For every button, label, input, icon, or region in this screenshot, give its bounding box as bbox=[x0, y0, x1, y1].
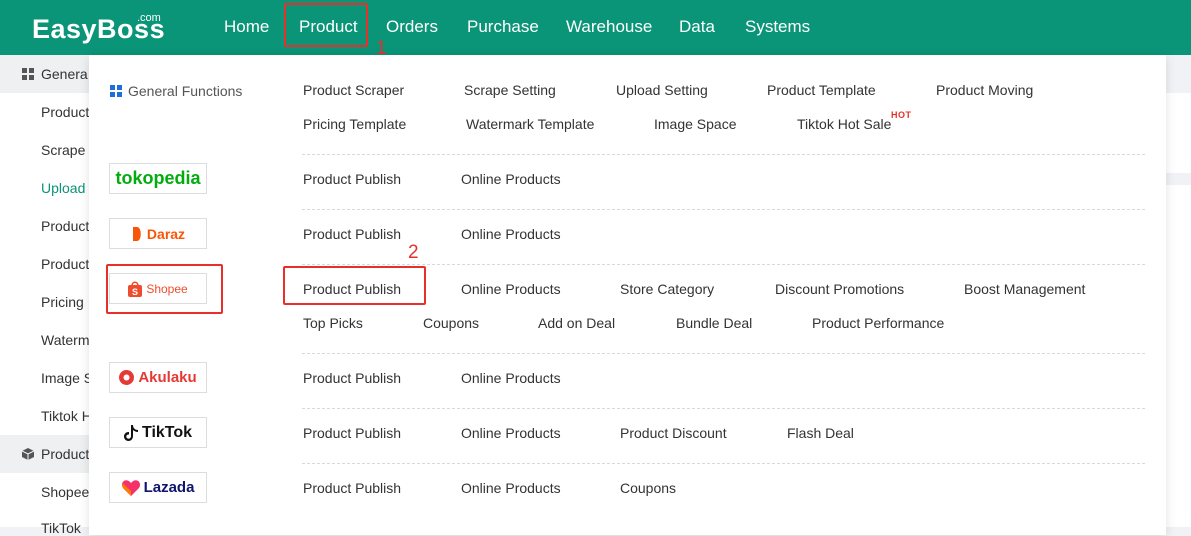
tiktok-logo: TikTok bbox=[109, 417, 207, 448]
tokopedia-product-publish[interactable]: Product Publish bbox=[303, 171, 401, 187]
general-functions-label: General Functions bbox=[128, 83, 243, 99]
annotation-highlight-shopee bbox=[106, 264, 223, 314]
divider bbox=[302, 353, 1145, 354]
shopee-product-performance[interactable]: Product Performance bbox=[812, 315, 944, 331]
sidebar-group-product[interactable]: Product bbox=[0, 435, 90, 473]
divider bbox=[302, 209, 1145, 210]
akulaku-icon bbox=[119, 370, 135, 385]
background-panel bbox=[1166, 93, 1191, 173]
tokopedia-online-products[interactable]: Online Products bbox=[461, 171, 561, 187]
nav-data[interactable]: Data bbox=[679, 17, 715, 37]
lazada-heart-icon bbox=[121, 479, 140, 496]
daraz-logo: Daraz bbox=[109, 218, 207, 249]
nav-purchase[interactable]: Purchase bbox=[467, 17, 539, 37]
sidebar-item-watermark[interactable]: Waterm bbox=[41, 332, 89, 348]
shopee-bundle-deal[interactable]: Bundle Deal bbox=[676, 315, 752, 331]
akulaku-logo: Akulaku bbox=[109, 362, 207, 393]
sidebar-item-product-3[interactable]: Product bbox=[41, 256, 89, 272]
hot-badge: HOT bbox=[891, 110, 912, 120]
daraz-product-publish[interactable]: Product Publish bbox=[303, 226, 401, 242]
divider bbox=[302, 408, 1145, 409]
tiktok-online-products[interactable]: Online Products bbox=[461, 425, 561, 441]
menu-product-moving[interactable]: Product Moving bbox=[936, 82, 1033, 98]
tiktok-product-publish[interactable]: Product Publish bbox=[303, 425, 401, 441]
sidebar-item-upload[interactable]: Upload bbox=[41, 180, 85, 196]
menu-upload-setting[interactable]: Upload Setting bbox=[616, 82, 708, 98]
daraz-icon bbox=[132, 226, 141, 241]
nav-warehouse[interactable]: Warehouse bbox=[566, 17, 652, 37]
lazada-coupons[interactable]: Coupons bbox=[620, 480, 676, 496]
product-dropdown-menu: General Functions Product Scraper Scrape… bbox=[89, 55, 1166, 535]
daraz-online-products[interactable]: Online Products bbox=[461, 226, 561, 242]
logo-suffix: .com bbox=[137, 12, 161, 24]
akulaku-online-products[interactable]: Online Products bbox=[461, 370, 561, 386]
menu-pricing-template[interactable]: Pricing Template bbox=[303, 116, 406, 132]
sidebar-item-tiktok-hot[interactable]: Tiktok H bbox=[41, 408, 92, 424]
sidebar-item-image-space[interactable]: Image S bbox=[41, 370, 93, 386]
grid-icon bbox=[110, 85, 122, 97]
nav-orders[interactable]: Orders bbox=[386, 17, 438, 37]
sidebar-group-label: Genera bbox=[41, 66, 88, 82]
akulaku-product-publish[interactable]: Product Publish bbox=[303, 370, 401, 386]
nav-home[interactable]: Home bbox=[224, 17, 269, 37]
lazada-logo: Lazada bbox=[109, 472, 207, 503]
tiktok-flash-deal[interactable]: Flash Deal bbox=[787, 425, 854, 441]
menu-product-scraper[interactable]: Product Scraper bbox=[303, 82, 404, 98]
shopee-coupons[interactable]: Coupons bbox=[423, 315, 479, 331]
divider bbox=[302, 264, 1145, 265]
sidebar: Genera Product Scrape Upload Product Pro… bbox=[0, 55, 93, 536]
sidebar-item-tiktok[interactable]: TikTok bbox=[41, 520, 81, 536]
top-navbar: EasyBoss .com Home Product Orders Purcha… bbox=[0, 0, 1191, 55]
sidebar-item-product[interactable]: Product bbox=[41, 104, 89, 120]
sidebar-item-pricing[interactable]: Pricing bbox=[41, 294, 84, 310]
sidebar-item-product-2[interactable]: Product bbox=[41, 218, 89, 234]
lazada-product-publish[interactable]: Product Publish bbox=[303, 480, 401, 496]
annotation-highlight-product bbox=[284, 3, 368, 47]
shopee-boost-management[interactable]: Boost Management bbox=[964, 281, 1085, 297]
sidebar-group-general[interactable]: Genera bbox=[0, 55, 90, 93]
sidebar-group-label-product: Product bbox=[41, 446, 90, 462]
shopee-store-category[interactable]: Store Category bbox=[620, 281, 714, 297]
annotation-highlight-product-publish bbox=[283, 266, 426, 305]
divider bbox=[302, 463, 1145, 464]
grid-icon bbox=[22, 68, 34, 80]
shopee-add-on-deal[interactable]: Add on Deal bbox=[538, 315, 615, 331]
background-panel bbox=[1166, 185, 1191, 527]
shopee-online-products[interactable]: Online Products bbox=[461, 281, 561, 297]
sidebar-item-scrape[interactable]: Scrape bbox=[41, 142, 85, 158]
annotation-step-2: 2 bbox=[408, 242, 419, 263]
menu-image-space[interactable]: Image Space bbox=[654, 116, 737, 132]
tokopedia-logo: tokopedia bbox=[109, 163, 207, 194]
shopee-discount-promotions[interactable]: Discount Promotions bbox=[775, 281, 904, 297]
tiktok-note-icon bbox=[123, 424, 138, 441]
menu-scrape-setting[interactable]: Scrape Setting bbox=[464, 82, 556, 98]
cube-icon bbox=[22, 448, 34, 460]
divider bbox=[302, 154, 1145, 155]
sidebar-item-shopee[interactable]: Shopee bbox=[41, 484, 89, 500]
shopee-top-picks[interactable]: Top Picks bbox=[303, 315, 363, 331]
menu-tiktok-hot-sale[interactable]: Tiktok Hot Sale bbox=[797, 116, 891, 132]
menu-product-template[interactable]: Product Template bbox=[767, 82, 876, 98]
tiktok-product-discount[interactable]: Product Discount bbox=[620, 425, 727, 441]
nav-systems[interactable]: Systems bbox=[745, 17, 810, 37]
menu-watermark-template[interactable]: Watermark Template bbox=[466, 116, 594, 132]
lazada-online-products[interactable]: Online Products bbox=[461, 480, 561, 496]
